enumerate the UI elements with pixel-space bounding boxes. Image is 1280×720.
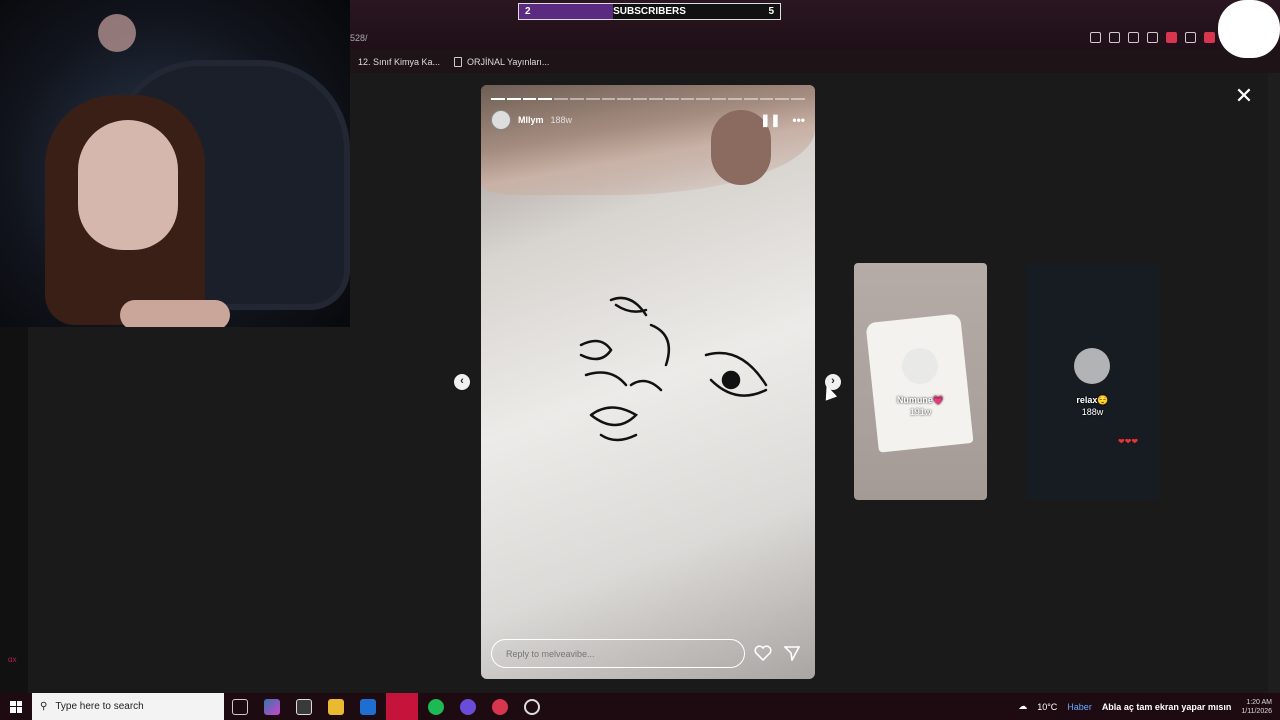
store-icon[interactable] — [296, 698, 312, 715]
screenshot-icon[interactable] — [1109, 32, 1120, 43]
active-app-button[interactable] — [386, 693, 418, 720]
pause-icon[interactable]: ❚❚ — [760, 113, 780, 127]
extensions-row — [1090, 32, 1215, 43]
preview-time: 191w — [909, 407, 932, 417]
progress-segment — [680, 98, 695, 100]
chrome-icon[interactable] — [524, 698, 540, 715]
avatar — [1074, 348, 1110, 384]
news-ticker[interactable]: Abla aç tam ekran yapar mısın — [1102, 702, 1232, 712]
progress-segment — [522, 98, 537, 100]
progress-segment — [775, 98, 790, 100]
subs-goal: 5 — [768, 6, 774, 17]
search-placeholder: Type here to search — [55, 701, 144, 712]
progress-segment — [617, 98, 632, 100]
subs-current: 2 — [525, 6, 531, 17]
progress-segment — [538, 98, 553, 100]
more-icon[interactable]: ••• — [792, 113, 805, 127]
app-icon[interactable] — [492, 698, 508, 715]
progress-segment — [648, 98, 663, 100]
taskbar-search[interactable]: ⚲ Type here to search — [32, 693, 224, 720]
folder-icon[interactable] — [328, 698, 344, 715]
left-panel: ɑx — [0, 327, 28, 693]
shield-icon[interactable] — [1128, 32, 1139, 43]
progress-segment — [759, 98, 774, 100]
progress-segment — [727, 98, 742, 100]
bookmark-star-icon[interactable] — [1090, 32, 1101, 43]
bookmark-item[interactable]: 12. Sınıf Kimya Ka... — [358, 57, 440, 67]
copilot-icon[interactable] — [264, 698, 280, 715]
story-preview[interactable]: Numune💗 191w — [854, 263, 987, 500]
subscriber-goal-bar: 2 SUBSCRIBERS 5 — [518, 3, 781, 20]
story-preview[interactable]: relax😌 188w ❤❤❤ — [1026, 263, 1159, 500]
sketch-drawing — [579, 296, 768, 442]
progress-segment — [696, 98, 711, 100]
weather-temp[interactable]: 10°C — [1037, 702, 1057, 712]
preview-name: Numune💗 — [896, 395, 945, 405]
streamer-face — [78, 120, 178, 250]
task-view-icon[interactable] — [232, 698, 248, 715]
page-icon — [454, 56, 463, 67]
avatar — [902, 348, 938, 384]
search-icon: ⚲ — [40, 701, 48, 712]
plush-toy — [98, 14, 136, 52]
bookmarks-bar: 12. Sınıf Kimya Ka... ORJİNAL Yayınları.… — [350, 50, 1280, 73]
clock-date: 1/11/2026 — [1241, 707, 1272, 715]
close-icon[interactable]: ✕ — [1234, 85, 1254, 107]
puzzle-icon[interactable] — [1185, 32, 1196, 43]
story-username[interactable]: Mllym — [518, 115, 544, 125]
start-button[interactable] — [0, 693, 32, 720]
system-tray: ☁ 10°C Haber Abla aç tam ekran yapar mıs… — [1018, 698, 1280, 716]
like-heart-icon[interactable] — [754, 645, 772, 661]
progress-segment — [554, 98, 568, 100]
news-ticker-short[interactable]: Haber — [1067, 702, 1092, 712]
spotify-icon[interactable] — [428, 698, 444, 715]
progress-segment — [743, 98, 758, 100]
bookmark-label: ORJİNAL Yayınları... — [467, 56, 550, 67]
reply-input[interactable] — [491, 639, 745, 668]
progress-segment — [601, 98, 616, 100]
share-send-icon[interactable] — [784, 645, 800, 661]
webcam-feed — [0, 0, 350, 327]
clock[interactable]: 1:20 AM 1/11/2026 — [1241, 698, 1272, 716]
active-story[interactable]: Mllym 188w ❚❚ ••• — [481, 85, 815, 679]
progress-segment — [712, 98, 726, 100]
progress-segment — [491, 98, 505, 100]
preview-time: 188w — [1081, 407, 1104, 417]
preview-name: relax😌 — [1076, 395, 1109, 405]
weather-icon[interactable]: ☁ — [1018, 701, 1027, 712]
mascot-overlay — [1218, 0, 1280, 58]
windows-icon — [10, 700, 22, 713]
profile-icon[interactable] — [1204, 32, 1215, 43]
story-progress — [491, 98, 805, 100]
streamer-hands — [120, 300, 230, 327]
bookmark-label: 12. Sınıf Kimya Ka... — [358, 56, 441, 67]
story-header: Mllym 188w ❚❚ ••• — [491, 110, 805, 130]
taskbar: ⚲ Type here to search ☁ 10°C Haber Abla … — [0, 693, 1280, 720]
previous-story-button[interactable]: ‹ — [454, 374, 470, 390]
progress-segment — [585, 98, 600, 100]
extension-icon[interactable] — [1166, 32, 1177, 43]
hearts-text: ❤❤❤ — [1118, 437, 1139, 446]
discord-icon[interactable] — [460, 698, 476, 715]
url-fragment[interactable]: 528/ — [350, 33, 368, 43]
subs-label: SUBSCRIBERS — [613, 6, 686, 17]
progress-segment — [664, 98, 679, 100]
progress-segment — [569, 98, 584, 100]
outlook-icon[interactable] — [360, 698, 376, 715]
side-text: ɑx — [8, 655, 17, 664]
heart-icon[interactable] — [1147, 32, 1158, 43]
bookmark-item[interactable]: ORJİNAL Yayınları... — [454, 56, 550, 67]
reply-actions — [754, 645, 800, 661]
story-time: 188w — [550, 115, 573, 125]
progress-segment — [633, 98, 647, 100]
progress-segment — [791, 98, 805, 100]
avatar[interactable] — [491, 110, 511, 130]
scrollbar[interactable] — [1268, 73, 1280, 693]
clock-time: 1:20 AM — [1246, 698, 1272, 706]
progress-segment — [506, 98, 521, 100]
